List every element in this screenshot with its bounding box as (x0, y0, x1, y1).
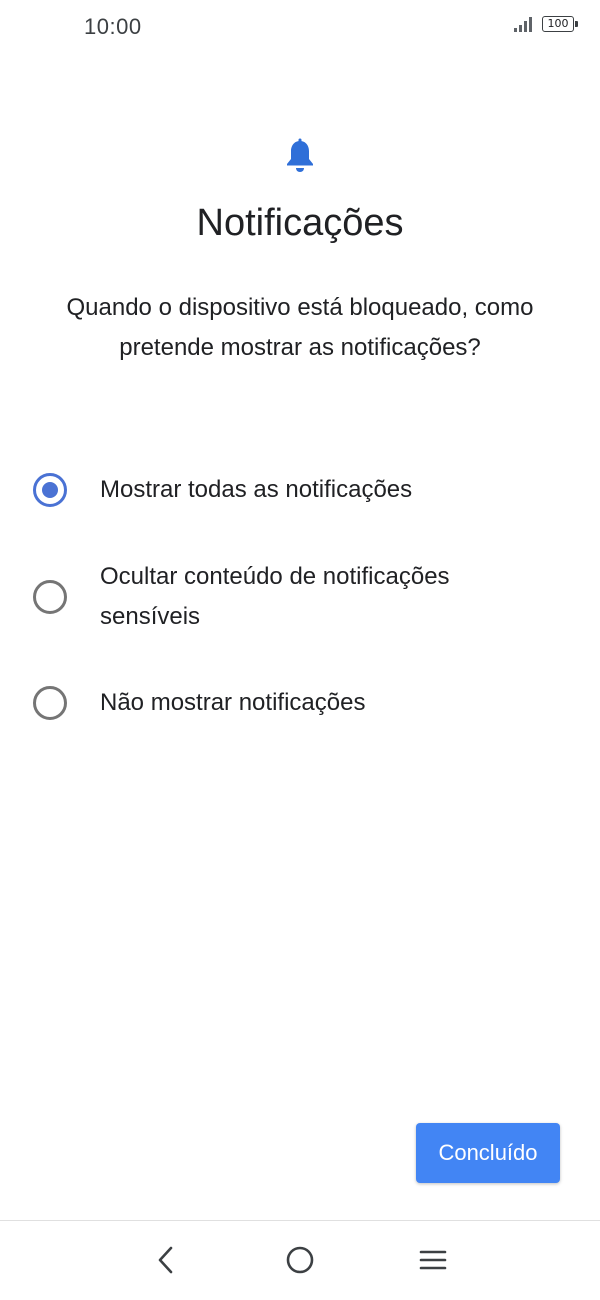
status-time: 10:00 (84, 14, 142, 39)
option-hide-sensitive[interactable]: Ocultar conteúdo de notificações sensíve… (0, 557, 600, 637)
back-chevron-icon (158, 1246, 173, 1274)
page-title: Notificações (196, 202, 404, 244)
battery-level: 100 (547, 17, 569, 30)
option-label: Ocultar conteúdo de notificações sensíve… (100, 563, 450, 630)
back-button[interactable] (144, 1238, 188, 1282)
signal-icon (514, 16, 532, 32)
home-button[interactable] (278, 1238, 322, 1282)
recents-button[interactable] (411, 1238, 455, 1282)
page-subtitle: Quando o dispositivo está bloqueado, com… (66, 294, 534, 361)
option-label: Mostrar todas as notificações (100, 476, 413, 503)
radio-unchecked-icon[interactable] (33, 580, 67, 614)
done-button[interactable]: Concluído (416, 1123, 560, 1183)
option-label: Não mostrar notificações (100, 689, 366, 716)
radio-checked-icon[interactable] (33, 473, 67, 507)
battery-icon: 100 (542, 16, 578, 32)
option-show-all[interactable]: Mostrar todas as notificações (0, 470, 600, 510)
bell-icon (287, 138, 313, 172)
option-hide-all[interactable]: Não mostrar notificações (0, 683, 600, 723)
home-circle-icon (286, 1246, 314, 1274)
status-icons: 100 (514, 16, 578, 32)
radio-unchecked-icon[interactable] (33, 686, 67, 720)
nav-divider (0, 1220, 600, 1221)
status-bar: 10:00 100 (0, 0, 600, 56)
menu-lines-icon (419, 1250, 447, 1270)
